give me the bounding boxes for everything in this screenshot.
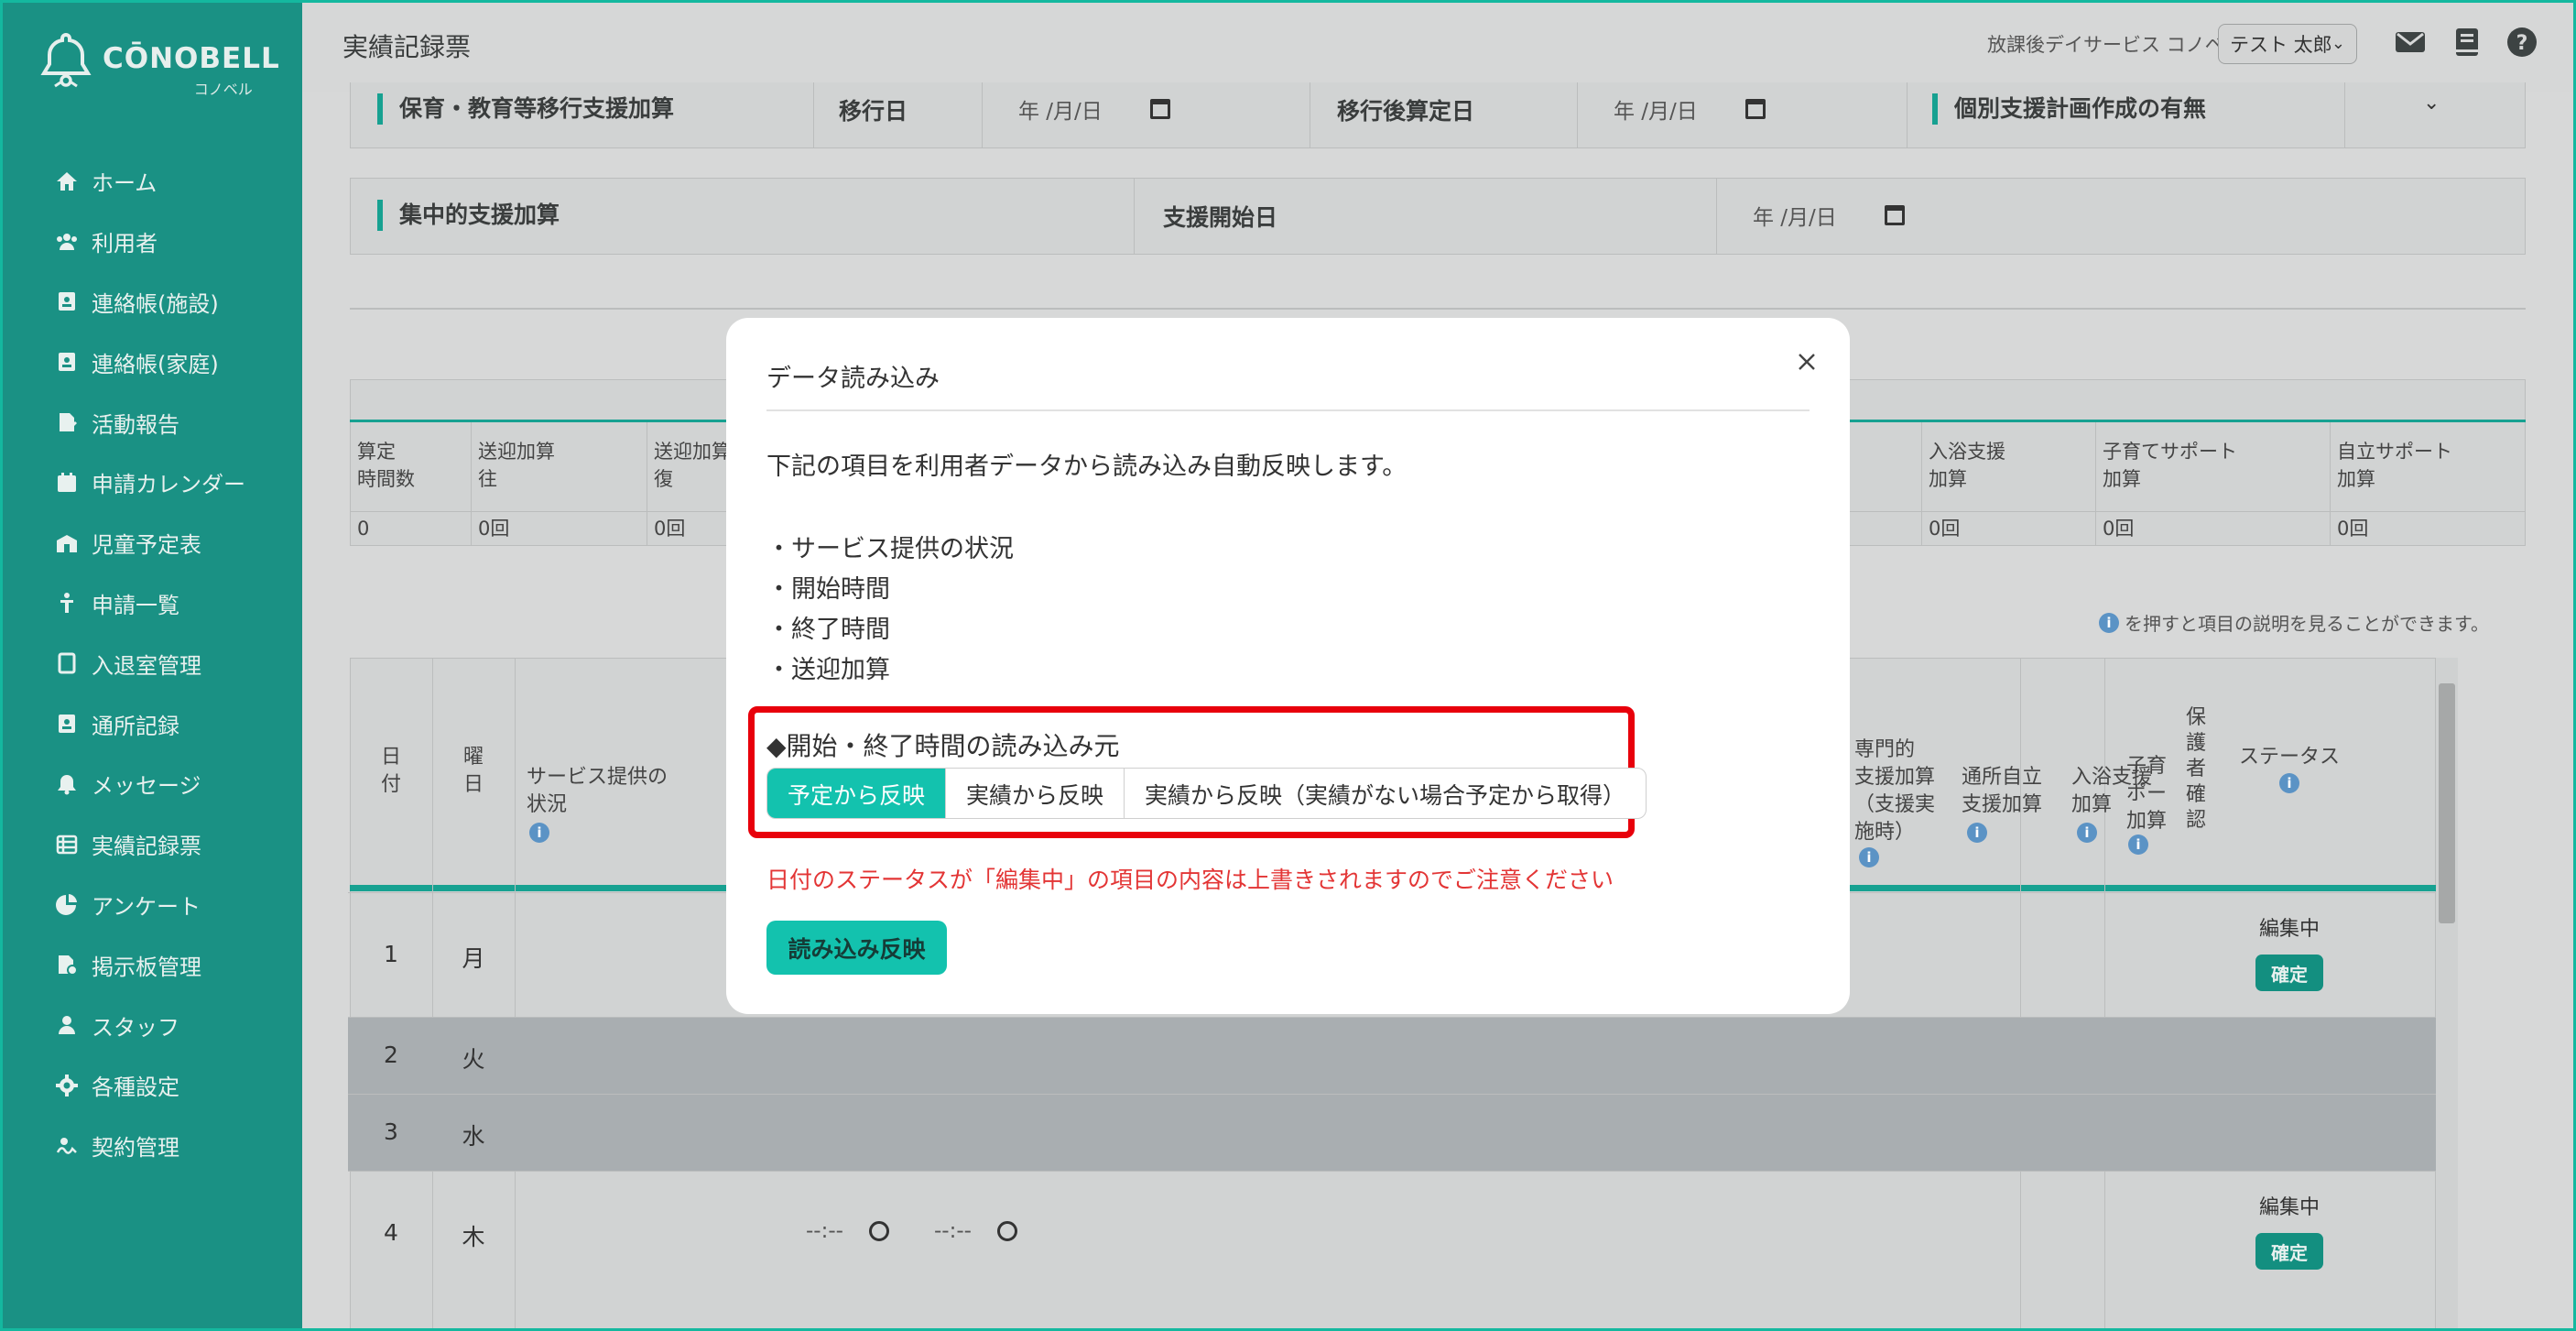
source-option-1[interactable]: 実績から反映 bbox=[946, 769, 1125, 818]
modal-item: ・終了時間 bbox=[766, 616, 890, 644]
close-icon[interactable] bbox=[1790, 345, 1823, 378]
warning-text: 日付のステータスが「編集中」の項目の内容は上書きされますのでご注意ください bbox=[766, 867, 1614, 893]
modal-description: 下記の項目を利用者データから読み込み自動反映します。 bbox=[766, 453, 1408, 481]
source-option-group: 予定から反映 実績から反映 実績から反映（実績がない場合予定から取得） bbox=[766, 768, 1647, 819]
source-option-2[interactable]: 実績から反映（実績がない場合予定から取得） bbox=[1125, 769, 1646, 818]
modal-item: ・送迎加算 bbox=[766, 656, 890, 684]
modal-item: ・サービス提供の状況 bbox=[766, 535, 1014, 563]
apply-import-button[interactable]: 読み込み反映 bbox=[766, 921, 947, 975]
source-label: ◆開始・終了時間の読み込み元 bbox=[766, 731, 1120, 761]
modal-item: ・開始時間 bbox=[766, 575, 890, 604]
source-option-0[interactable]: 予定から反映 bbox=[767, 769, 947, 818]
modal-title: データ読み込み bbox=[766, 365, 940, 393]
data-import-modal: データ読み込み 下記の項目を利用者データから読み込み自動反映します。 ◆開始・終… bbox=[726, 318, 1850, 1014]
